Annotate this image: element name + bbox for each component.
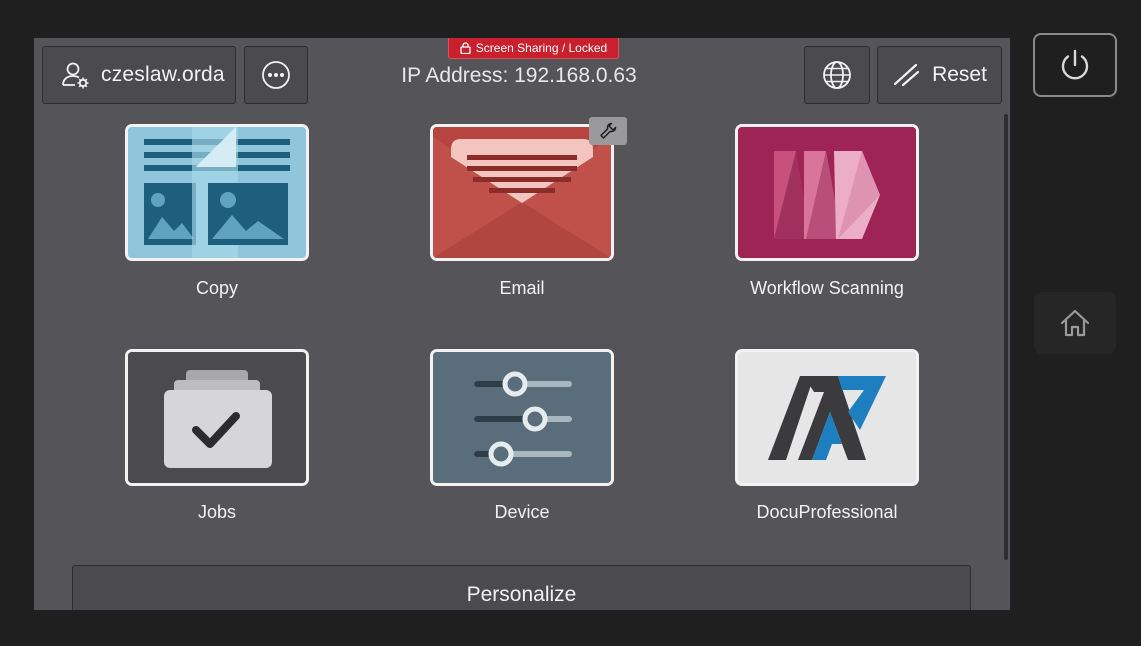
device-app-label: Device <box>494 502 550 522</box>
more-options-icon <box>262 61 290 89</box>
user-settings-icon <box>62 62 89 89</box>
copy-app-tile[interactable] <box>125 124 309 261</box>
home-button[interactable] <box>1034 292 1116 354</box>
device-app-tile[interactable] <box>430 349 614 486</box>
ip-address: IP Address: 192.168.0.63 <box>401 64 637 87</box>
reset-button[interactable]: Reset <box>877 46 1002 104</box>
globe-icon <box>823 61 851 89</box>
device-icon <box>433 352 611 483</box>
email-app-tile[interactable] <box>430 124 614 261</box>
email-app-label: Email <box>499 278 545 298</box>
scrollbar[interactable] <box>1004 114 1008 560</box>
more-options-button[interactable] <box>244 46 308 104</box>
screen-sharing-banner: Screen Sharing / Locked <box>448 38 619 59</box>
copy-app-label: Copy <box>195 278 239 298</box>
email-icon <box>433 127 611 258</box>
reset-icon <box>893 63 920 87</box>
workflow-scanning-icon <box>738 127 916 258</box>
banner-text: Screen Sharing / Locked <box>475 41 608 55</box>
workflow-scanning-app-label: Workflow Scanning <box>750 278 904 298</box>
docuprofessional-app-label: DocuProfessional <box>756 502 898 522</box>
username-label: czeslaw.orda <box>101 63 225 86</box>
jobs-app-tile[interactable] <box>125 349 309 486</box>
jobs-icon <box>128 352 306 483</box>
power-icon <box>1061 49 1089 80</box>
lock-icon <box>460 42 471 54</box>
touch-screen: Screen Sharing / Locked czeslaw.orda IP … <box>34 38 1010 610</box>
jobs-app-label: Jobs <box>197 502 237 522</box>
home-icon <box>1060 309 1090 337</box>
personalize-button[interactable]: Personalize <box>72 565 971 610</box>
wrench-icon <box>600 122 617 139</box>
user-account-button[interactable]: czeslaw.orda <box>42 46 236 104</box>
language-button[interactable] <box>804 46 870 104</box>
app-settings-badge[interactable] <box>589 117 627 145</box>
workflow-scanning-app-tile[interactable] <box>735 124 919 261</box>
docuprofessional-icon <box>738 352 916 483</box>
docuprofessional-app-tile[interactable] <box>735 349 919 486</box>
reset-label: Reset <box>932 63 987 86</box>
power-button[interactable] <box>1033 33 1117 97</box>
copy-icon <box>128 127 306 258</box>
